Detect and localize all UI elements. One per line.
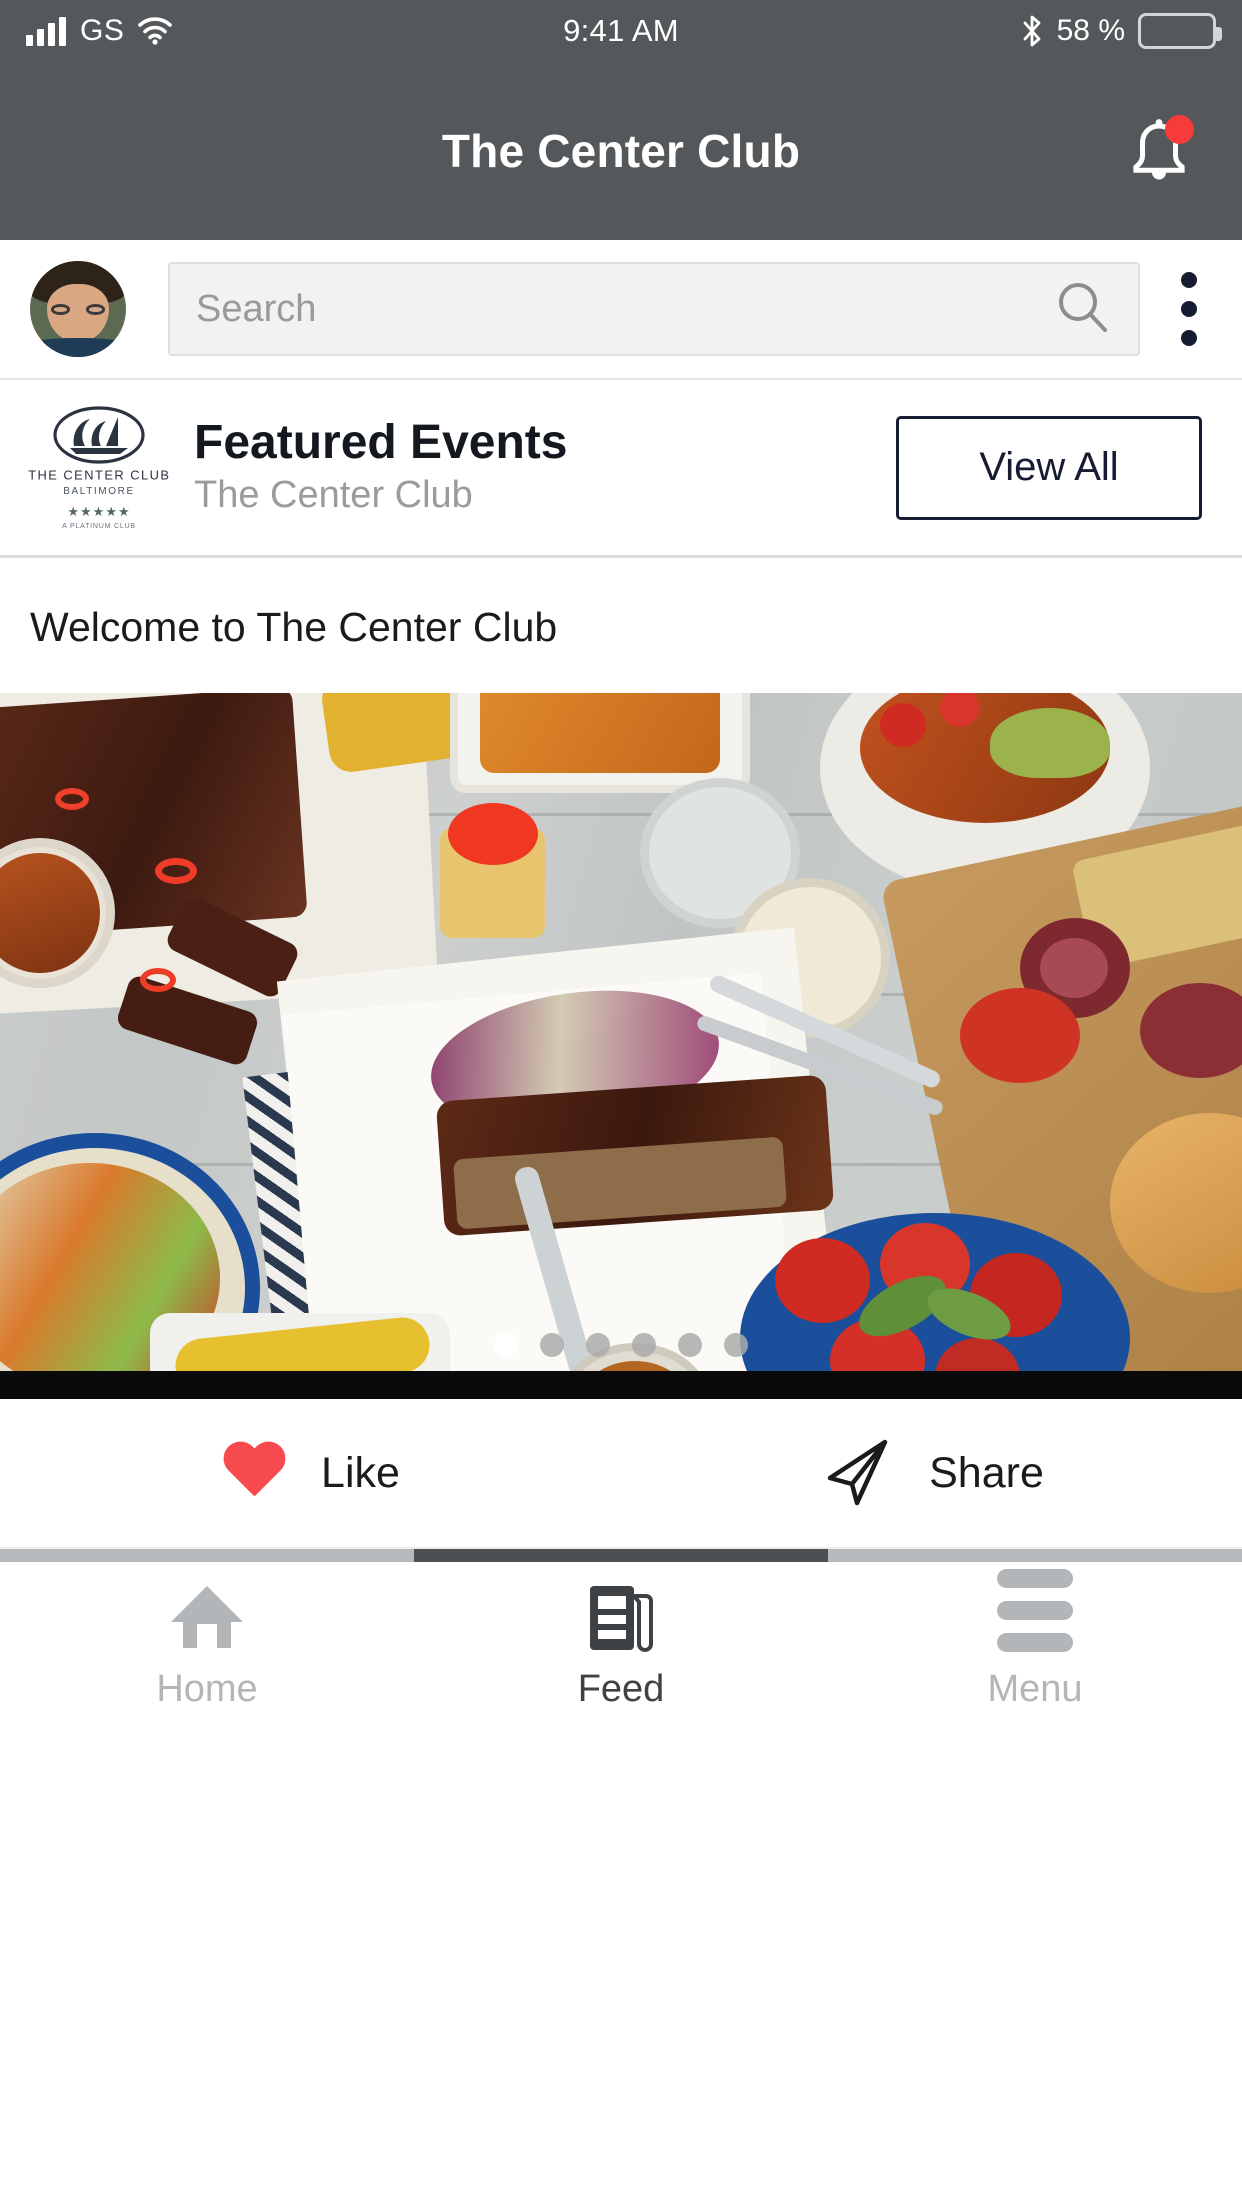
carousel-dot[interactable] [586,1333,610,1357]
search-row [0,240,1242,380]
post-title: Welcome to The Center Club [0,558,1242,693]
club-logo-stars: ★★★★★ [67,503,131,519]
tab-menu[interactable]: Menu [828,1562,1242,1730]
send-icon [819,1433,895,1514]
tab-feed-label: Feed [577,1667,665,1710]
carousel-dot[interactable] [632,1333,656,1357]
club-logo-city: BALTIMORE [63,485,135,497]
carousel-dot[interactable] [678,1333,702,1357]
like-label: Like [321,1448,400,1497]
featured-title: Featured Events [194,415,568,469]
bottom-tabbar: Home Feed Menu [0,1549,1242,1730]
carousel-dot[interactable] [494,1333,518,1357]
kebab-menu-icon[interactable] [1166,272,1212,346]
featured-text-block: Featured Events The Center Club [194,415,896,518]
featured-subtitle: The Center Club [194,473,473,516]
share-button[interactable]: Share [621,1399,1242,1547]
tab-indicator [0,1549,1242,1562]
battery-percent-label: 58 % [1056,14,1125,47]
tab-feed[interactable]: Feed [414,1562,828,1730]
tab-indicator-segment-active [414,1549,828,1562]
tab-home[interactable]: Home [0,1562,414,1730]
app-navbar: The Center Club [0,62,1242,240]
bluetooth-icon [1020,14,1044,48]
featured-events-header: THE CENTER CLUB BALTIMORE ★★★★★ A PLATIN… [0,380,1242,558]
page-title: The Center Club [441,125,801,177]
carousel-dots[interactable] [0,1333,1242,1357]
status-bar: GS 9:41 AM 58 % [0,0,1242,62]
post-image[interactable] [0,693,1242,1399]
image-bottom-band [0,1371,1242,1399]
tab-home-label: Home [156,1667,258,1710]
notifications-button[interactable] [1122,114,1196,188]
club-logo-tagline: A PLATINUM CLUB [62,522,136,530]
share-label: Share [929,1448,1044,1497]
app-screen: GS 9:41 AM 58 % The Center Club Search T… [0,0,1242,2208]
search-icon[interactable] [1054,278,1112,341]
carousel-dot[interactable] [724,1333,748,1357]
notification-badge [1165,115,1194,144]
hamburger-icon [997,1568,1073,1652]
club-logo: THE CENTER CLUB BALTIMORE ★★★★★ A PLATIN… [28,405,169,530]
status-bar-right: 58 % [1020,13,1222,49]
like-button[interactable]: Like [0,1399,621,1547]
search-field[interactable] [168,262,1140,356]
tab-indicator-segment [828,1549,1242,1562]
carousel-dot[interactable] [540,1333,564,1357]
club-crest-icon [52,405,146,464]
battery-icon [1138,13,1222,49]
tab-menu-label: Menu [987,1667,1083,1710]
view-all-button[interactable]: View All [896,415,1202,520]
post-actions: Like Share [0,1399,1242,1549]
tab-indicator-segment [0,1549,414,1562]
heart-icon [221,1443,287,1503]
feed-icon [584,1582,658,1652]
search-input[interactable] [196,287,1054,331]
avatar[interactable] [30,261,126,357]
home-icon [167,1582,247,1652]
club-logo-name: THE CENTER CLUB [27,467,171,482]
